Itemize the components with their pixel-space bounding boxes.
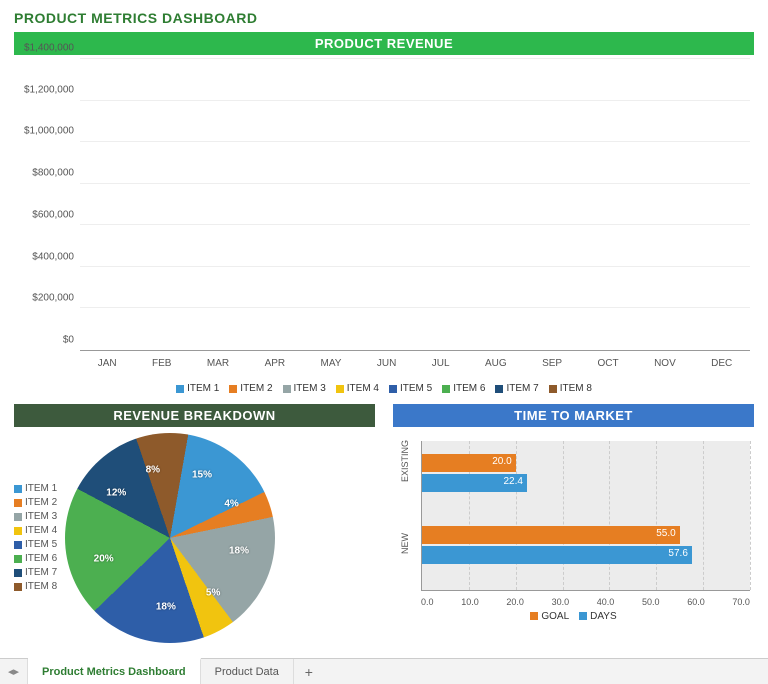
ttm-group-existing: EXISTING20.022.4 [422,452,750,494]
legend-item: ITEM 3 [14,511,57,522]
y-tick: $1,200,000 [24,84,74,95]
x-tick: 50.0 [642,597,660,607]
x-label: MAR [207,358,229,369]
revenue-breakdown-legend: ITEM 1 ITEM 2 ITEM 3 ITEM 4 ITEM 5 ITEM 6 ITEM… [14,480,57,595]
pie-slice-label: 18% [229,545,249,556]
revenue-breakdown-banner: REVENUE BREAKDOWN [14,404,375,427]
x-tick: 70.0 [732,597,750,607]
x-label: MAY [321,358,342,369]
legend-item: ITEM 5 [389,383,432,394]
pie-slice-label: 8% [146,464,160,475]
y-tick: $600,000 [32,209,74,220]
tab-scroll-handle[interactable]: ◂▸ [0,659,28,684]
ttm-group-new: NEW55.057.6 [422,524,750,566]
y-tick: $400,000 [32,251,74,262]
pie-slice-label: 20% [94,554,114,565]
x-label: JUN [377,358,396,369]
x-label: OCT [598,358,619,369]
sheet-tab-bar: ◂▸ Product Metrics Dashboard Product Dat… [0,658,768,684]
legend-item: ITEM 1 [176,383,219,394]
y-tick: $1,000,000 [24,126,74,137]
x-label: SEP [542,358,562,369]
pie-slice-label: 15% [192,470,212,481]
x-tick: 60.0 [687,597,705,607]
x-label: DEC [711,358,732,369]
ttm-bar: 55.0 [422,526,680,544]
time-to-market-chart: EXISTING20.022.4NEW55.057.6 0.010.020.03… [393,433,754,613]
x-label: JUL [432,358,450,369]
x-label: AUG [485,358,507,369]
y-tick: $200,000 [32,293,74,304]
x-tick: 40.0 [597,597,615,607]
pie-slice-label: 18% [156,602,176,613]
pie-slice-label: 4% [224,498,238,509]
legend-item: ITEM 8 [549,383,592,394]
tab-product-metrics-dashboard[interactable]: Product Metrics Dashboard [28,658,201,684]
ttm-bar: 20.0 [422,454,516,472]
x-label: FEB [152,358,171,369]
revenue-breakdown-panel: REVENUE BREAKDOWN ITEM 1ITEM 2ITEM 3ITEM… [14,404,375,643]
revenue-breakdown-pie: 15% 4% 18% 5% 18% 20% 12% 8% [65,433,275,643]
legend-item: ITEM 6 [442,383,485,394]
legend-item: ITEM 2 [229,383,272,394]
y-tick: $0 [63,335,74,346]
x-label: JAN [98,358,117,369]
legend-item: ITEM 8 [14,581,57,592]
legend-item: ITEM 3 [283,383,326,394]
x-tick: 30.0 [552,597,570,607]
x-tick: 20.0 [506,597,524,607]
legend-item: ITEM 5 [14,539,57,550]
ttm-bar: 22.4 [422,474,527,492]
product-revenue-banner: PRODUCT REVENUE [14,32,754,55]
x-tick: 0.0 [421,597,434,607]
y-tick: $800,000 [32,168,74,179]
x-tick: 10.0 [461,597,479,607]
page-title: PRODUCT METRICS DASHBOARD [14,10,754,26]
legend-item: ITEM 7 [14,567,57,578]
legend-item: ITEM 4 [336,383,379,394]
x-label: APR [265,358,286,369]
legend-item: ITEM 2 [14,497,57,508]
pie-slice-label: 12% [106,487,126,498]
time-to-market-panel: TIME TO MARKET EXISTING20.022.4NEW55.057… [393,404,754,643]
product-revenue-legend: ITEM 1 ITEM 2 ITEM 3 ITEM 4 ITEM 5 ITEM 6 ITEM… [14,383,754,396]
legend-item: ITEM 4 [14,525,57,536]
pie-slice-label: 5% [206,587,220,598]
ttm-bar: 57.6 [422,546,692,564]
y-tick: $1,400,000 [24,43,74,54]
x-label: NOV [654,358,676,369]
legend-item: ITEM 7 [495,383,538,394]
tab-product-data[interactable]: Product Data [201,659,294,684]
legend-item: ITEM 1 [14,483,57,494]
legend-item: ITEM 6 [14,553,57,564]
time-to-market-banner: TIME TO MARKET [393,404,754,427]
add-sheet-button[interactable]: + [294,659,324,684]
product-revenue-chart: $0 $200,000 $400,000 $600,000 $800,000 $1,000… [14,59,754,379]
